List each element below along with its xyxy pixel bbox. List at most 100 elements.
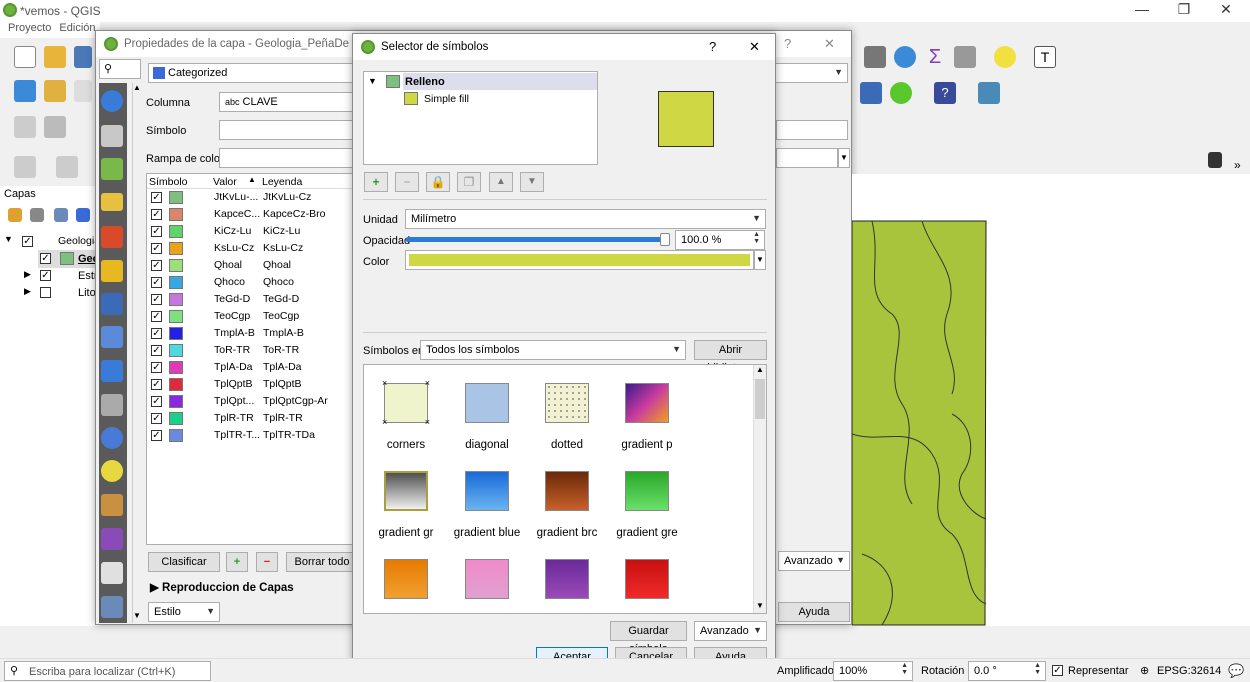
header-value[interactable]: Valor <box>213 176 237 188</box>
header-symbol[interactable]: Símbolo <box>149 176 188 188</box>
plugin-icon[interactable] <box>890 82 912 104</box>
visibility-icon[interactable] <box>54 208 68 222</box>
digitize-icon[interactable] <box>14 116 36 138</box>
layer-litol-checkbox[interactable] <box>40 287 51 298</box>
selector-advanced-menu[interactable]: Avanzado ▼ <box>694 621 767 641</box>
auxiliary-storage-icon[interactable] <box>101 394 123 416</box>
category-swatch[interactable] <box>169 395 183 408</box>
menu-edicion[interactable]: Edición <box>59 22 95 34</box>
category-checkbox[interactable]: ✓ <box>151 396 162 407</box>
category-checkbox[interactable]: ✓ <box>151 345 162 356</box>
messages-icon[interactable]: 💬 <box>1228 663 1244 679</box>
category-legend[interactable]: JtKvLu-Cz <box>263 191 311 203</box>
category-swatch[interactable] <box>169 191 183 204</box>
more-tools-icon[interactable]: » <box>1234 158 1241 172</box>
library-symbol-gblue[interactable] <box>465 471 509 511</box>
category-legend[interactable]: ToR-TR <box>263 344 299 356</box>
layer-estr-checkbox[interactable]: ✓ <box>40 270 51 281</box>
menu-proyecto[interactable]: Proyecto <box>8 22 51 34</box>
category-value[interactable]: TeoCgp <box>214 310 250 322</box>
category-legend[interactable]: TeGd-D <box>263 293 299 305</box>
category-value[interactable]: ToR-TR <box>214 344 250 356</box>
category-value[interactable]: KapceC... <box>214 208 260 220</box>
library-scrollbar[interactable]: ▲ ▼ <box>753 365 766 613</box>
library-scroll-down-icon[interactable]: ▼ <box>756 601 764 610</box>
diagrams-icon[interactable] <box>101 226 123 248</box>
source-icon[interactable] <box>101 125 123 147</box>
category-checkbox[interactable]: ✓ <box>151 294 162 305</box>
remove-class-icon[interactable]: − <box>256 552 278 572</box>
advanced-menu[interactable]: Avanzado ▼ <box>778 551 850 571</box>
table-row[interactable]: ✓ TplTR-T... TplTR-TDa <box>147 427 352 444</box>
crs-globe-icon[interactable]: ⊕ <box>1140 664 1149 677</box>
expand-estr-icon[interactable]: ▶ <box>24 269 31 280</box>
category-checkbox[interactable]: ✓ <box>151 430 162 441</box>
category-checkbox[interactable]: ✓ <box>151 243 162 254</box>
color-dropdown-icon[interactable]: ▼ <box>754 250 766 270</box>
library-symbol-purple[interactable] <box>545 559 589 599</box>
symbol-button[interactable] <box>219 120 359 140</box>
restore-icon[interactable]: ❐ <box>1164 1 1204 18</box>
table-row[interactable]: ✓ ToR-TR ToR-TR <box>147 342 352 359</box>
ramp-dropdown-icon[interactable]: ▼ <box>838 148 850 168</box>
color-ramp-select[interactable] <box>219 148 359 168</box>
tree-child-label[interactable]: Simple fill <box>424 93 469 105</box>
opacity-slider[interactable] <box>406 233 670 246</box>
select-icon[interactable] <box>44 116 66 138</box>
category-checkbox[interactable]: ✓ <box>151 362 162 373</box>
add-layer-icon[interactable] <box>14 80 36 102</box>
information-icon[interactable] <box>101 90 123 112</box>
layer-properties-help-icon[interactable]: ? <box>784 36 791 51</box>
category-checkbox[interactable]: ✓ <box>151 277 162 288</box>
category-swatch[interactable] <box>169 378 183 391</box>
category-checkbox[interactable]: ✓ <box>151 311 162 322</box>
layer-properties-close-icon[interactable]: ✕ <box>824 36 835 52</box>
category-legend[interactable]: KsLu-Cz <box>263 242 303 254</box>
category-swatch[interactable] <box>169 225 183 238</box>
category-value[interactable]: TplQpt... <box>214 395 254 407</box>
category-value[interactable]: TmplA-B <box>214 327 255 339</box>
library-symbol-gbrown[interactable] <box>545 471 589 511</box>
style-menu[interactable]: Estilo ▼ <box>148 602 220 622</box>
unit-select[interactable]: Milímetro ▼ <box>405 209 766 229</box>
scroll-down-icon[interactable]: ▼ <box>133 611 141 620</box>
table-row[interactable]: ✓ TmplA-B TmplA-B <box>147 325 352 342</box>
render-checkbox[interactable]: ✓ <box>1052 665 1063 676</box>
tree-root-label[interactable]: Relleno <box>405 76 445 88</box>
shape-tool-icon[interactable] <box>14 156 36 178</box>
search-input[interactable]: ⚲ <box>99 59 141 79</box>
python-icon[interactable] <box>860 82 882 104</box>
category-legend[interactable]: TplTR-TDa <box>263 429 315 441</box>
layer-properties-help-button[interactable]: Ayuda <box>778 602 850 622</box>
category-swatch[interactable] <box>169 259 183 272</box>
category-value[interactable]: TplTR-T... <box>214 429 260 441</box>
category-swatch[interactable] <box>169 276 183 289</box>
library-symbol-pink[interactable] <box>465 559 509 599</box>
category-legend[interactable]: TeoCgp <box>263 310 299 322</box>
category-swatch[interactable] <box>169 327 183 340</box>
rotation-input[interactable]: 0.0 ° ▲ ▼ <box>968 661 1046 681</box>
field-calculator-icon[interactable] <box>864 46 886 68</box>
locator-input[interactable]: ⚲ Escriba para localizar (Ctrl+K) <box>4 661 211 681</box>
category-checkbox[interactable]: ✓ <box>151 328 162 339</box>
category-legend[interactable]: KiCz-Lu <box>263 225 300 237</box>
rotation-spin-icon[interactable]: ▲ ▼ <box>1034 662 1041 676</box>
delete-all-button[interactable]: Borrar todo <box>286 552 358 572</box>
new-project-icon[interactable] <box>14 46 36 68</box>
magnifier-spin-icon[interactable]: ▲ ▼ <box>901 662 908 676</box>
expand-litol-icon[interactable]: ▶ <box>24 286 31 297</box>
category-legend[interactable]: TplQptB <box>263 378 302 390</box>
library-symbol-gp[interactable] <box>625 383 669 423</box>
table-row[interactable]: ✓ TplQptB TplQptB <box>147 376 352 393</box>
color-button[interactable] <box>405 250 754 270</box>
category-value[interactable]: Qhoco <box>214 276 245 288</box>
category-swatch[interactable] <box>169 310 183 323</box>
help-icon[interactable]: ? <box>934 82 956 104</box>
filter-icon[interactable] <box>76 208 90 222</box>
library-symbol-dotted[interactable] <box>545 383 589 423</box>
table-row[interactable]: ✓ KsLu-Cz KsLu-Cz <box>147 240 352 257</box>
duplicate-layer-icon[interactable]: ❐ <box>457 172 481 192</box>
opacity-spin-icon[interactable]: ▲ ▼ <box>753 231 760 245</box>
table-row[interactable]: ✓ TplQpt... TplQptCgp-Ar <box>147 393 352 410</box>
save-symbol-button[interactable]: Guardar símbolo <box>610 621 687 655</box>
